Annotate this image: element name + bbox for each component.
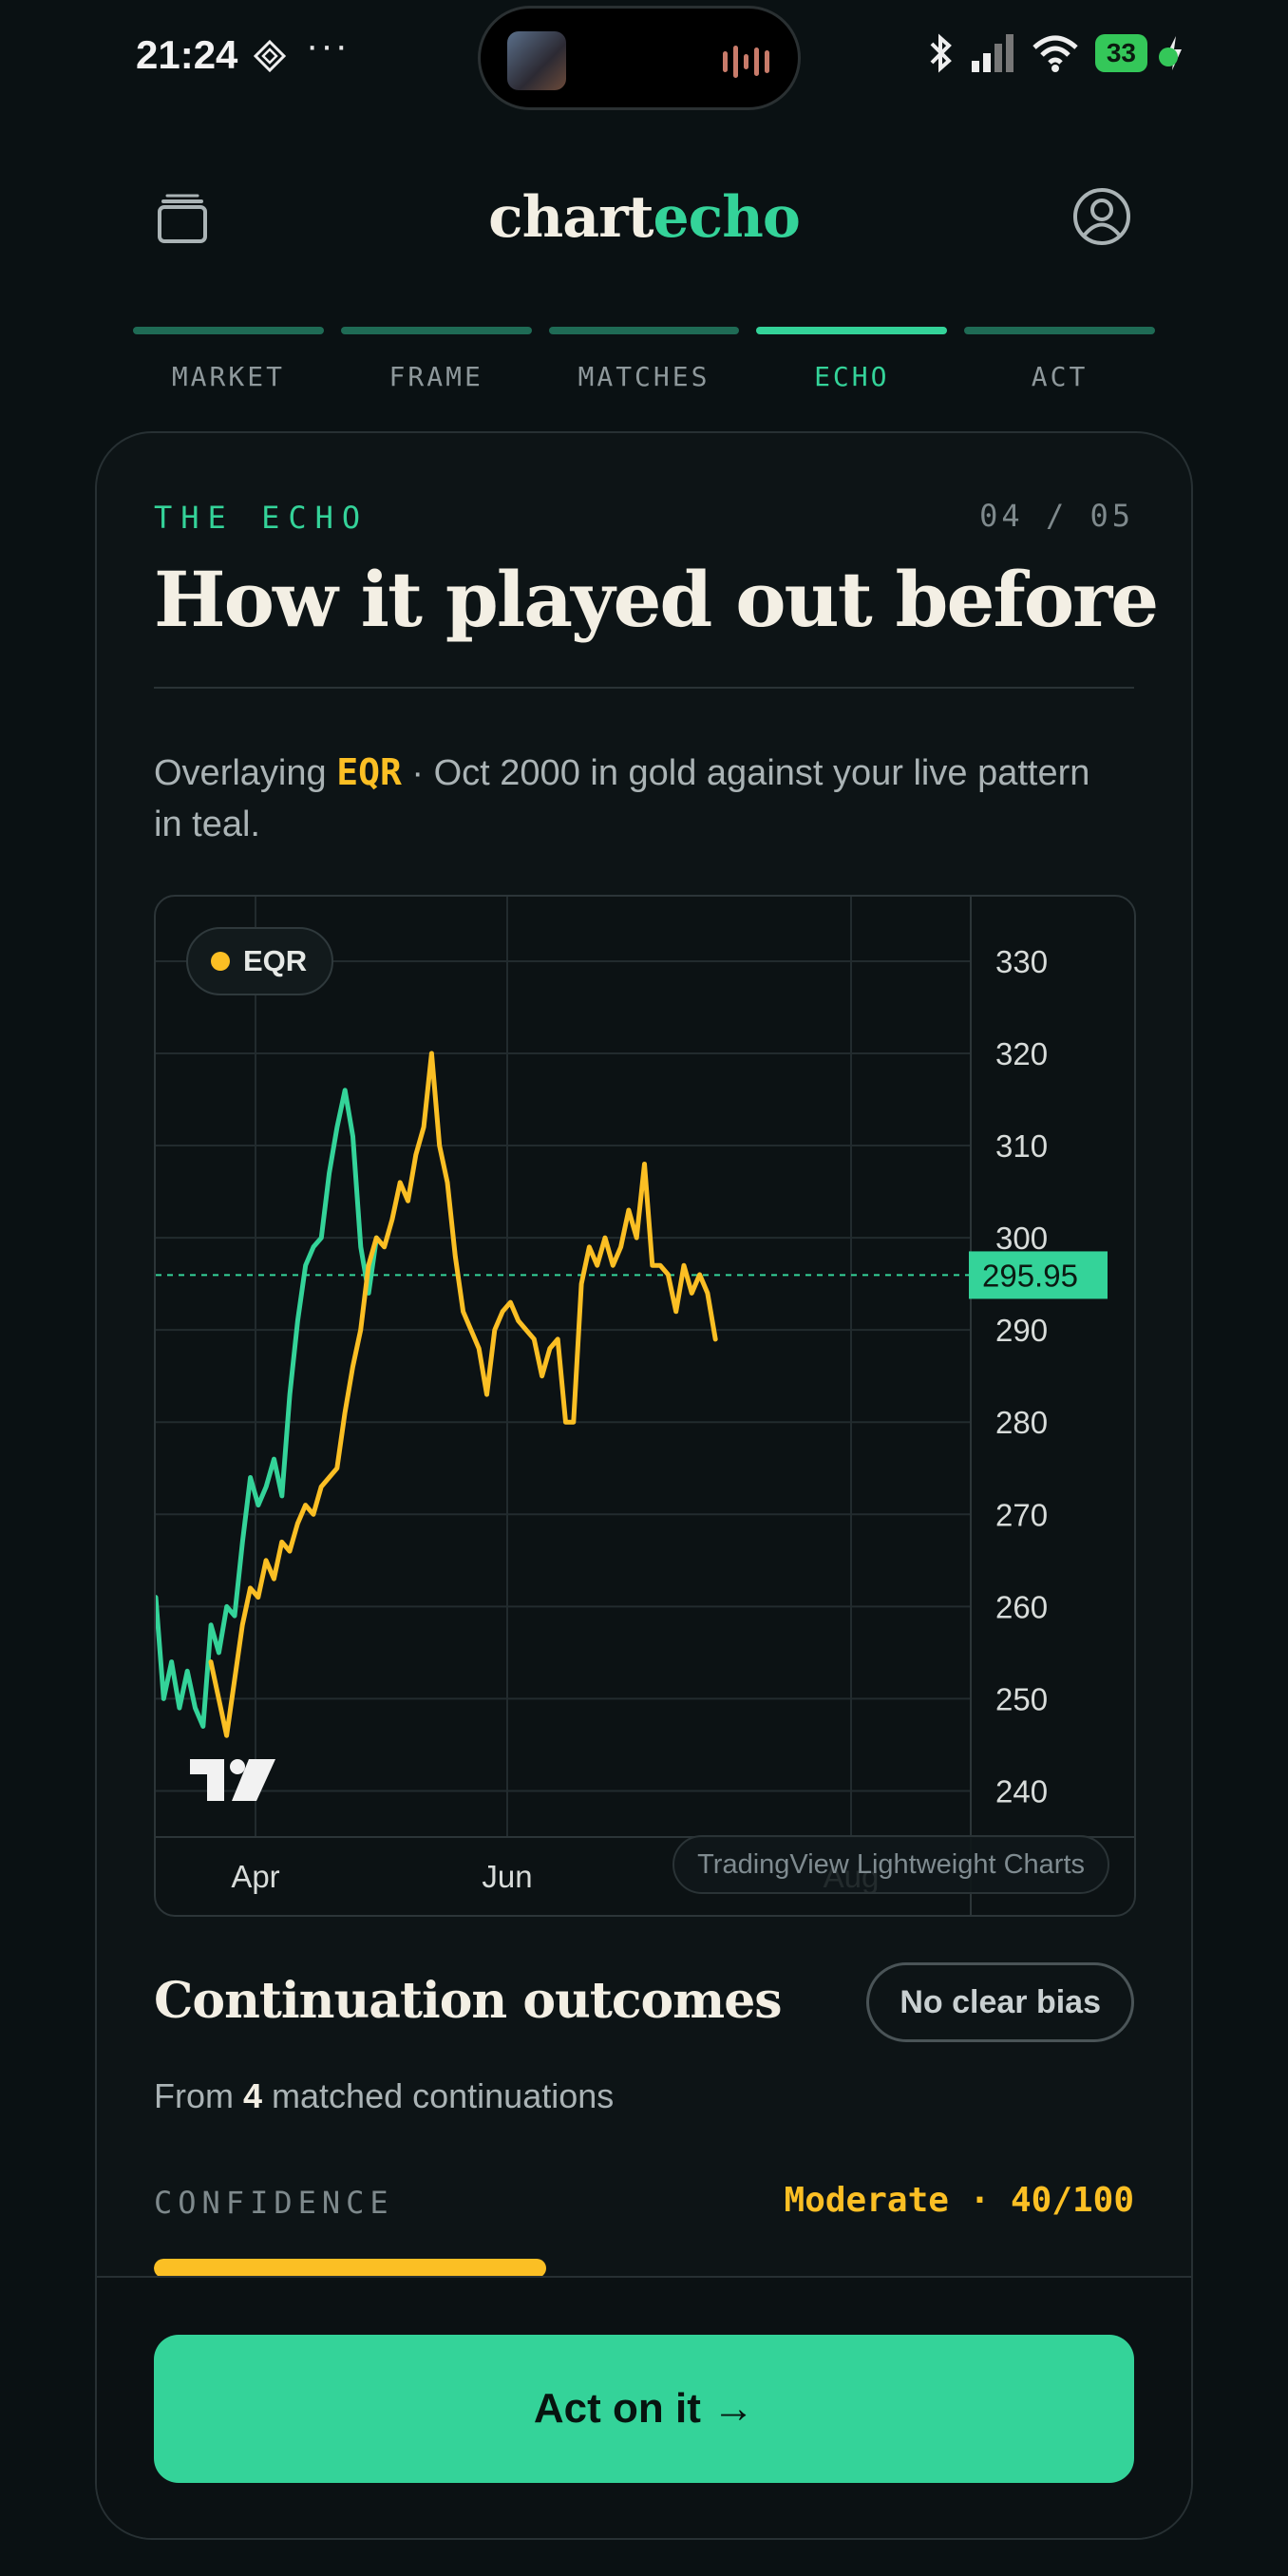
chart-legend: EQR (186, 927, 334, 995)
y-tick-label: 270 (995, 1497, 1048, 1532)
x-tick-label: Jun (482, 1859, 532, 1894)
act-on-it-button[interactable]: Act on it → (154, 2335, 1134, 2483)
confidence-bar-fill (154, 2259, 546, 2278)
signal-icon (971, 34, 1013, 72)
y-tick-label: 330 (995, 944, 1048, 979)
status-icons: 33 (926, 32, 1184, 74)
tab-progress-bar (548, 327, 740, 334)
y-tick-label: 310 (995, 1128, 1048, 1164)
bluetooth-icon (930, 33, 952, 73)
section-eyebrow: THE ECHO (154, 500, 369, 536)
y-tick-label: 280 (995, 1405, 1048, 1440)
confidence-label: CONFIDENCE (154, 2185, 394, 2221)
brand-part-echo: echo (653, 184, 801, 251)
y-tick-label: 240 (995, 1773, 1048, 1809)
notification-diamond-icon (254, 40, 286, 72)
series-line-eqr (208, 1051, 718, 1738)
tab-frame[interactable]: FRAME (340, 327, 532, 392)
tab-label: MATCHES (578, 361, 710, 392)
status-more-dots: ··· (306, 25, 350, 66)
card-description: Overlaying EQR · Oct 2000 in gold agains… (154, 747, 1104, 850)
tv-logo-part (230, 1759, 245, 1774)
bias-badge: No clear bias (866, 1962, 1134, 2042)
from-count: 4 (243, 2076, 263, 2115)
step-counter: 04 / 05 (979, 498, 1134, 534)
wifi-icon (1032, 35, 1078, 72)
confidence-value: Moderate · 40/100 (784, 2181, 1134, 2220)
tab-matches[interactable]: MATCHES (548, 327, 740, 392)
tab-market[interactable]: MARKET (133, 327, 324, 392)
last-price-label: 295.95 (982, 1258, 1078, 1293)
tab-label: FRAME (388, 361, 483, 392)
from-suffix: matched continuations (262, 2076, 615, 2115)
tab-echo[interactable]: ECHO (756, 327, 948, 392)
legend-label: EQR (243, 944, 308, 977)
status-time: 21:24 (136, 32, 238, 77)
privacy-indicator-dot (1159, 47, 1178, 66)
tab-label: ECHO (814, 361, 890, 392)
status-bar: 21:24 ··· 33 (0, 0, 1288, 114)
confidence-bar (154, 2259, 1134, 2278)
now-playing-artwork (507, 31, 566, 90)
tab-progress-bar (964, 327, 1155, 334)
desc-prefix: Overlaying (154, 753, 337, 793)
action-footer: Act on it → (97, 2276, 1191, 2538)
tab-label: ACT (1031, 361, 1089, 392)
legend-swatch (211, 952, 230, 971)
tab-progress-bar (340, 327, 532, 334)
user-icon[interactable] (1071, 186, 1132, 247)
echo-chart[interactable]: AprJunAug3303203103002902802702602502402… (154, 895, 1136, 1917)
y-tick-label: 300 (995, 1221, 1048, 1256)
tv-logo-part (190, 1759, 224, 1801)
y-tick-label: 320 (995, 1036, 1048, 1071)
y-tick-label: 290 (995, 1313, 1048, 1348)
y-tick-label: 250 (995, 1681, 1048, 1716)
app-header: chartecho (0, 171, 1288, 266)
battery-level: 33 (1094, 34, 1147, 72)
matched-count-text: From 4 matched continuations (154, 2076, 614, 2116)
title-divider (154, 687, 1134, 689)
tab-progress-bar (756, 327, 948, 334)
audio-waveform-icon (723, 43, 769, 81)
outcomes-title: Continuation outcomes (154, 1972, 783, 2030)
tradingview-attribution[interactable]: TradingView Lightweight Charts (672, 1835, 1109, 1894)
tab-act[interactable]: ACT (964, 327, 1155, 392)
x-tick-label: Apr (231, 1859, 279, 1894)
page-title: How it played out before (154, 555, 1159, 644)
chart-canvas: AprJunAug3303203103002902802702602502402… (156, 897, 1134, 1915)
y-tick-label: 260 (995, 1589, 1048, 1624)
step-tabs: MARKET FRAME MATCHES ECHO ACT (133, 327, 1155, 392)
tradingview-logo (190, 1759, 275, 1801)
desc-ticker: EQR (336, 751, 402, 793)
dynamic-island[interactable] (478, 6, 801, 110)
brand-part-chart: chart (488, 184, 653, 251)
tab-label: MARKET (171, 361, 285, 392)
tab-progress-bar (133, 327, 324, 334)
from-prefix: From (154, 2076, 243, 2115)
echo-card: THE ECHO 04 / 05 How it played out befor… (95, 431, 1193, 2540)
